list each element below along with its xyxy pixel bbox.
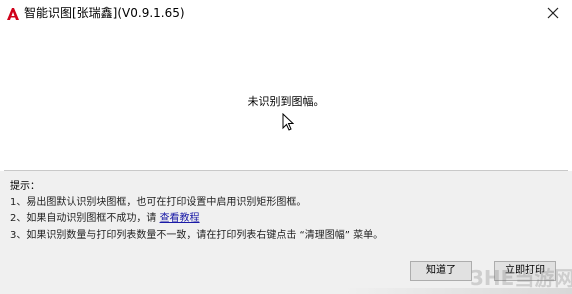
print-now-button[interactable]: 立即打印 [494,261,556,281]
hint-line-2-text: 2、如果自动识别图框不成功，请 [10,213,157,224]
bottom-edge [0,288,572,294]
message-area: 未识别到图幅。 [0,30,572,170]
hint-line-2: 2、如果自动识别图框不成功，请 查看教程 [10,212,200,225]
title-bar: 智能识图[张瑞鑫](V0.9.1.65) [0,0,572,30]
autocad-logo-icon [6,6,20,20]
hint-heading: 提示： [10,181,40,192]
close-icon [547,7,559,19]
window-title: 智能识图[张瑞鑫](V0.9.1.65) [24,6,185,20]
close-button[interactable] [540,2,566,24]
hint-line-1: 1、易出图默认识别块图框，也可在打印设置中启用识别矩形图框。 [10,197,307,208]
ok-button[interactable]: 知道了 [410,261,472,281]
status-message: 未识别到图幅。 [247,95,325,108]
tutorial-link[interactable]: 查看教程 [160,213,200,224]
mouse-cursor-icon [282,112,295,135]
hint-line-3: 3、如果识别数量与打印列表数量不一致，请在打印列表右键点击 “清理图幅” 菜单。 [10,230,384,241]
